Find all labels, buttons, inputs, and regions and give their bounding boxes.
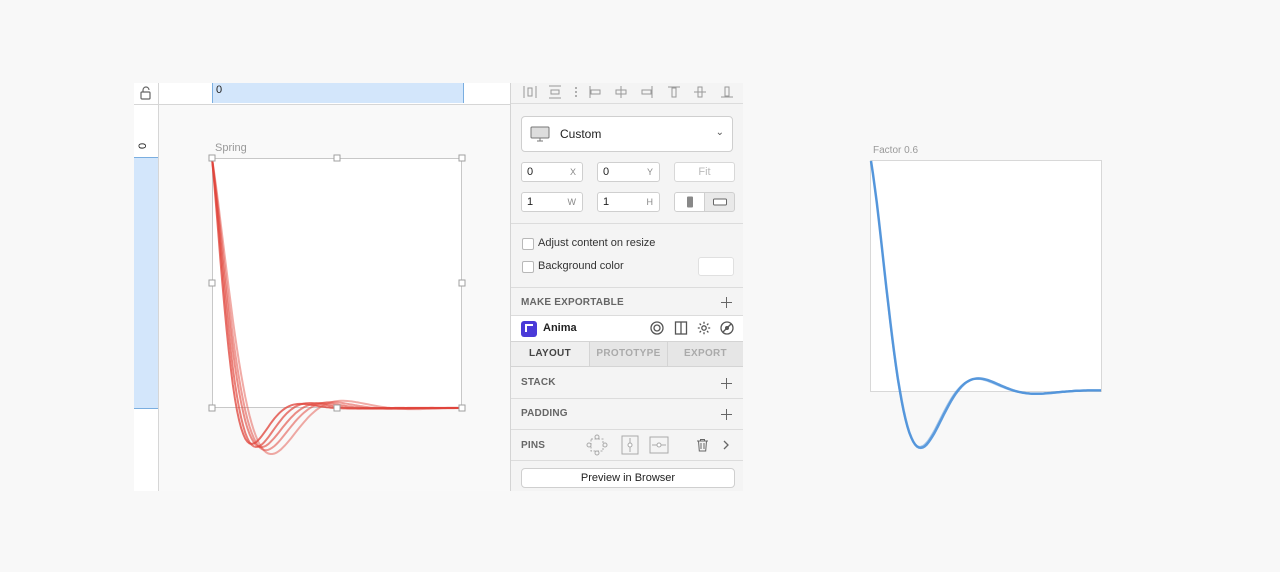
resize-handle[interactable] — [333, 404, 341, 412]
pin-vertical-icon[interactable] — [619, 434, 641, 456]
add-padding-icon[interactable] — [721, 409, 732, 420]
trash-icon[interactable] — [696, 438, 709, 452]
inspector-panel: Custom ⌄ 0 X 0 Y Fit 1 W 1 H Adjust cont… — [510, 83, 743, 491]
panel-layout-icon[interactable] — [674, 321, 688, 335]
width-field[interactable]: 1 W — [521, 192, 583, 212]
landscape-icon — [713, 198, 727, 206]
padding-title: PADDING — [521, 408, 568, 419]
y-unit: Y — [646, 167, 653, 177]
align-top-icon[interactable] — [667, 85, 681, 99]
y-value: 0 — [603, 166, 610, 178]
alignment-toolbar — [511, 83, 743, 103]
divider — [511, 429, 743, 430]
anima-plugin-bar: Anima — [511, 316, 743, 341]
adjust-content-checkbox[interactable] — [522, 238, 534, 250]
tab-layout[interactable]: LAYOUT — [511, 342, 590, 366]
tab-prototype[interactable]: PROTOTYPE — [590, 342, 668, 366]
chevron-right-icon[interactable] — [722, 439, 730, 451]
anima-logo-icon — [521, 321, 537, 337]
x-unit: X — [569, 167, 576, 177]
gear-icon[interactable] — [697, 321, 711, 335]
width-value: 1 — [527, 196, 534, 208]
height-value: 1 — [603, 196, 610, 208]
anima-tabs: LAYOUT PROTOTYPE EXPORT — [511, 341, 743, 367]
height-field[interactable]: 1 H — [597, 192, 660, 212]
spring-curves — [208, 154, 466, 455]
x-position-field[interactable]: 0 X — [521, 162, 583, 182]
anima-title: Anima — [543, 322, 577, 334]
align-left-icon[interactable] — [588, 85, 602, 99]
distribute-vertical-icon[interactable] — [548, 85, 562, 99]
orientation-toggle — [674, 192, 735, 212]
factor-curve-line — [869, 160, 1101, 450]
divider — [511, 460, 743, 461]
stack-title: STACK — [521, 377, 556, 388]
make-exportable-title: MAKE EXPORTABLE — [521, 297, 624, 308]
target-icon[interactable] — [650, 321, 664, 335]
add-stack-icon[interactable] — [721, 378, 732, 389]
background-color-checkbox[interactable] — [522, 261, 534, 273]
spring-curve — [211, 157, 463, 449]
selection-handles — [208, 154, 466, 412]
more-options-icon[interactable] — [569, 85, 583, 99]
preview-in-browser-button[interactable]: Preview in Browser — [521, 468, 735, 488]
background-color-label: Background color — [538, 260, 624, 272]
resize-handle[interactable] — [458, 154, 466, 162]
align-middle-icon[interactable] — [693, 85, 707, 99]
portrait-button[interactable] — [675, 193, 705, 211]
align-bottom-icon[interactable] — [720, 85, 734, 99]
resize-handle[interactable] — [458, 404, 466, 412]
divider — [511, 103, 743, 104]
resize-handle[interactable] — [208, 154, 216, 162]
factor-curve-line — [870, 160, 1101, 448]
align-right-icon[interactable] — [640, 85, 654, 99]
width-unit: W — [567, 197, 577, 207]
divider — [511, 287, 743, 288]
device-preset-select[interactable]: Custom ⌄ — [521, 116, 733, 152]
fit-button[interactable]: Fit — [674, 162, 735, 182]
resize-handle[interactable] — [458, 279, 466, 287]
height-unit: H — [646, 197, 654, 207]
monitor-icon — [530, 126, 550, 142]
device-preset-label: Custom — [560, 127, 602, 141]
y-position-field[interactable]: 0 Y — [597, 162, 660, 182]
portrait-icon — [687, 196, 693, 208]
resize-handle[interactable] — [208, 279, 216, 287]
adjust-content-label: Adjust content on resize — [538, 237, 656, 249]
tab-export[interactable]: EXPORT — [668, 342, 743, 366]
sketch-canvas[interactable]: 0 0 Spring — [134, 83, 510, 491]
factor-curve — [869, 160, 1101, 450]
pin-horizontal-icon[interactable] — [648, 434, 670, 456]
pins-title: PINS — [521, 440, 546, 451]
divider — [511, 223, 743, 224]
landscape-button[interactable] — [705, 193, 734, 211]
divider — [511, 398, 743, 399]
x-value: 0 — [527, 166, 534, 178]
align-center-horizontal-icon[interactable] — [614, 85, 628, 99]
resize-handle[interactable] — [208, 404, 216, 412]
distribute-horizontal-icon[interactable] — [523, 85, 537, 99]
resize-handle[interactable] — [333, 154, 341, 162]
pin-all-sides-icon[interactable] — [586, 434, 608, 456]
disable-icon[interactable] — [720, 321, 734, 335]
background-color-swatch[interactable] — [698, 257, 734, 276]
chevron-down-icon: ⌄ — [715, 127, 724, 138]
add-export-icon[interactable] — [721, 297, 732, 308]
